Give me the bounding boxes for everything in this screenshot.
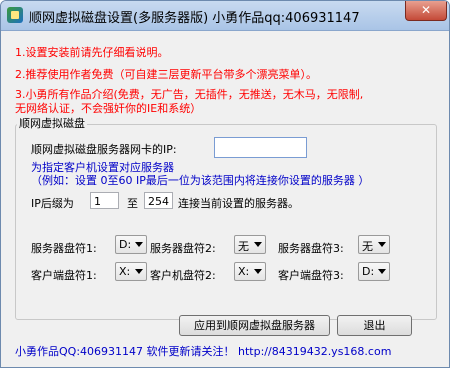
server-drive3-select[interactable]: 无 [358, 235, 390, 254]
suffix-to-input[interactable]: 254 [144, 192, 173, 209]
server-drive1-label: 服务器盘符1: [31, 242, 97, 255]
title-bar[interactable]: 顺网虚拟磁盘设置(多服务器版) 小勇作品qq:406931147 ✕ [1, 1, 449, 31]
client-drive2-value: X: [238, 265, 250, 278]
server-drive3-value: 无 [362, 240, 373, 253]
client-drive2-label: 客户机盘符2: [150, 269, 216, 282]
suffix-after-label: 连接当前设置的服务器。 [178, 197, 299, 210]
chevron-down-icon [135, 269, 143, 274]
server-drive3-label: 服务器盘符3: [278, 242, 344, 255]
hint-line-2: （例如：设置 0至60 IP最后一位为该范围内将连接你设置的服务器 ） [31, 174, 370, 187]
suffix-label: IP后缀为 [31, 197, 74, 210]
client-drive1-value: X: [119, 265, 131, 278]
client-drive1-label: 客户端盘符1: [31, 269, 97, 282]
client-drive3-value: D: [362, 265, 375, 278]
client-area: 1.设置安装前请先仔细看说明。 2.推荐使用作者免费（可自建三层更新平台带多个漂… [9, 31, 441, 361]
chevron-down-icon [254, 269, 262, 274]
server-ip-input[interactable] [214, 137, 307, 158]
ip-label: 顺网虚拟磁盘服务器网卡的IP: [31, 143, 177, 156]
exit-button[interactable]: 退出 [337, 315, 412, 336]
client-drive3-label: 客户端盘符3: [278, 269, 344, 282]
chevron-down-icon [378, 269, 386, 274]
close-button[interactable]: ✕ [405, 1, 447, 21]
intro-line-1: 1.设置安装前请先仔细看说明。 [15, 46, 169, 59]
to-label: 至 [127, 197, 138, 210]
server-drive2-label: 服务器盘符2: [150, 242, 216, 255]
footer-link[interactable]: 小勇作品QQ:406931147 软件更新请关注！ http://8431943… [15, 343, 391, 359]
window-title: 顺网虚拟磁盘设置(多服务器版) 小勇作品qq:406931147 [29, 11, 360, 26]
server-drive1-value: D: [119, 238, 132, 251]
chevron-down-icon [378, 242, 386, 247]
server-drive2-select[interactable]: 无 [234, 235, 266, 254]
intro-line-2: 2.推荐使用作者免费（可自建三层更新平台带多个漂亮菜单）。 [15, 68, 317, 81]
client-drive1-select[interactable]: X: [115, 262, 147, 281]
client-drive3-select[interactable]: D: [358, 262, 390, 281]
groupbox-title: 顺网虚拟磁盘 [17, 115, 87, 131]
dialog-window: 顺网虚拟磁盘设置(多服务器版) 小勇作品qq:406931147 ✕ 1.设置安… [0, 0, 450, 368]
chevron-down-icon [135, 242, 143, 247]
app-icon [7, 7, 23, 23]
server-drive2-value: 无 [238, 240, 249, 253]
suffix-from-input[interactable]: 1 [90, 192, 119, 209]
chevron-down-icon [254, 242, 262, 247]
client-drive2-select[interactable]: X: [234, 262, 266, 281]
server-drive1-select[interactable]: D: [115, 235, 147, 254]
apply-button[interactable]: 应用到顺网虚拟盘服务器 [179, 315, 330, 336]
intro-line-4: 无网络认证，不会强奸你的IE和系统） [15, 102, 202, 115]
